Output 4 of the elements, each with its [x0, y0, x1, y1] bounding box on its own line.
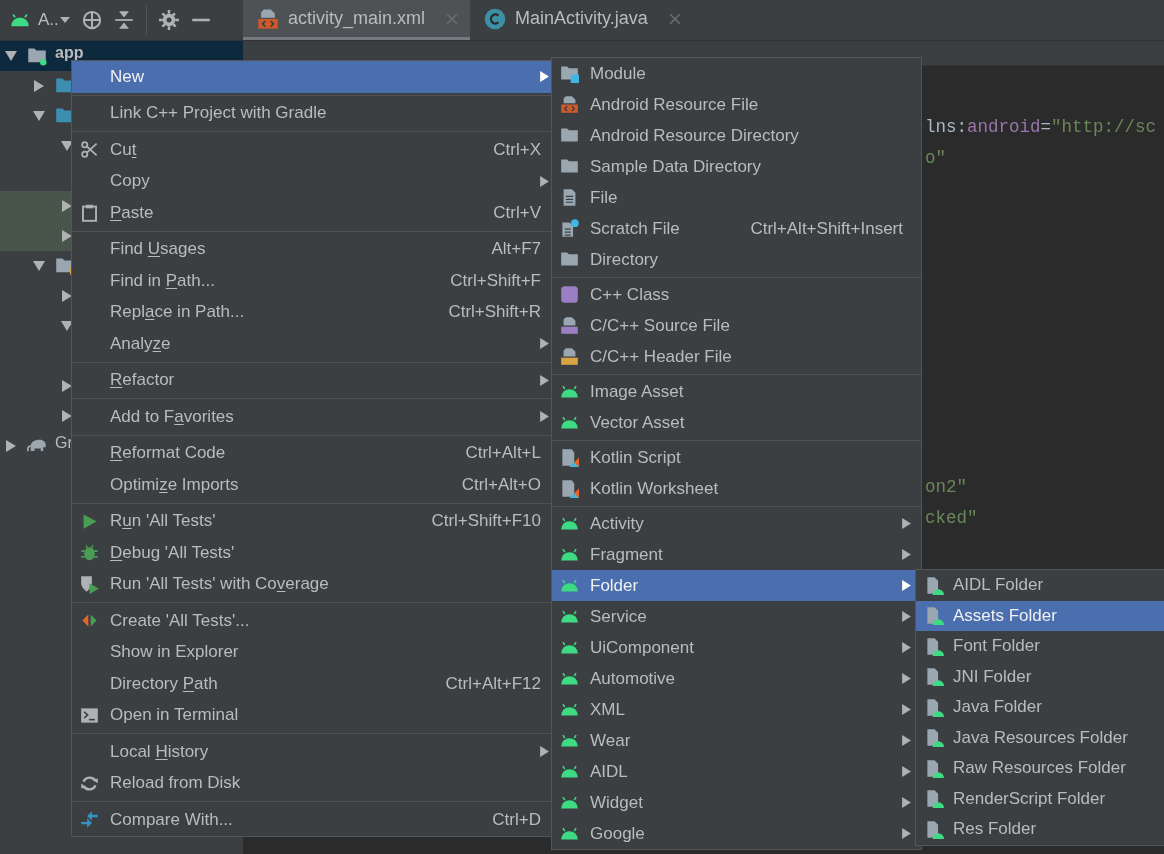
code-line: on2" — [925, 476, 968, 499]
code-line: cked" — [925, 507, 979, 530]
code-line: o" — [925, 147, 947, 170]
code-line: lns:android="http://sc — [925, 116, 1158, 139]
